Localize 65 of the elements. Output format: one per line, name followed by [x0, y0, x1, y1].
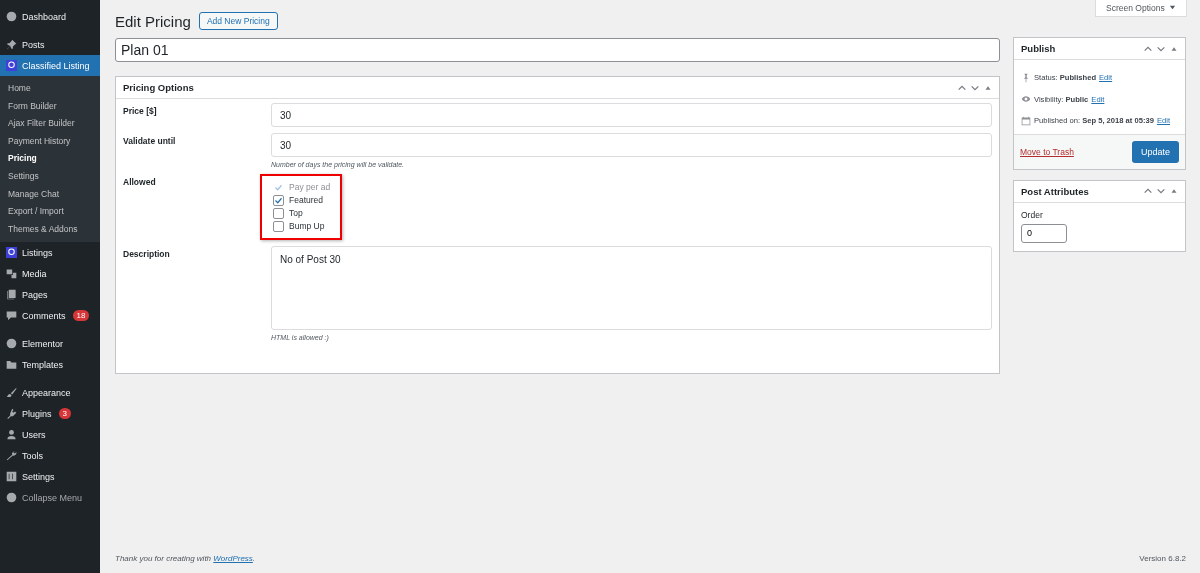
sidebar-menu-item[interactable]: Collapse Menu	[0, 487, 100, 509]
move-up-icon[interactable]	[1143, 186, 1153, 196]
order-input[interactable]: 0	[1021, 223, 1067, 243]
add-new-button[interactable]: Add New Pricing	[198, 12, 278, 30]
sidebar-menu-item[interactable]: Tools	[0, 445, 100, 467]
sidebar-menu-item[interactable]: Pages	[0, 284, 100, 306]
caret-icon	[1169, 4, 1176, 11]
field-label: Allowed	[123, 176, 157, 189]
submenu-item[interactable]: Pricing	[0, 150, 100, 168]
count-badge: 3	[58, 408, 71, 420]
user-icon	[6, 429, 17, 441]
submenu-item[interactable]: Themes & Addons	[0, 220, 100, 239]
sliders-icon	[6, 471, 17, 483]
footer-credit: Thank you for creating with WordPress.	[115, 553, 256, 563]
submenu-item[interactable]: Ajax Filter Builder	[0, 115, 100, 133]
sidebar-menu-item[interactable]: Settings	[0, 466, 100, 488]
sidebar-menu-item[interactable]: Elementor	[0, 333, 100, 355]
submenu-item[interactable]: Manage Chat	[0, 185, 100, 204]
wrench-icon	[6, 450, 17, 462]
brush-icon	[6, 387, 17, 399]
comment-icon	[6, 310, 17, 322]
sidebar-menu-item[interactable]: Appearance	[0, 382, 100, 404]
sidebar-menu-item[interactable]: Classified Listing	[0, 55, 100, 76]
title-input[interactable]: Plan 01	[115, 38, 1000, 62]
sidebar-menu-item[interactable]: Listings	[0, 242, 100, 264]
sidebar-menu-item[interactable]: Templates	[0, 354, 100, 376]
checkbox-option[interactable]: Featured	[273, 194, 331, 206]
count-badge: 18	[72, 310, 90, 322]
checkbox-option[interactable]: Top	[273, 207, 331, 219]
sidebar-menu-item[interactable]: Plugins 3	[0, 403, 100, 425]
move-to-trash-link[interactable]: Move to Trash	[1020, 146, 1074, 157]
screen-options-button[interactable]: Screen Options	[1095, 0, 1187, 17]
field-label: Validate until	[123, 135, 177, 148]
sidebar-menu-item[interactable]: Media	[0, 263, 100, 285]
update-button[interactable]: Update	[1131, 140, 1179, 163]
text-input[interactable]: 30	[271, 133, 992, 157]
sidebar-menu-item[interactable]: Users	[0, 424, 100, 446]
panel-title: Publish	[1021, 43, 1056, 54]
panel-title: Pricing Options	[123, 82, 194, 93]
version-text: Version 6.8.2	[1139, 553, 1186, 563]
page-title: Edit Pricing	[115, 12, 191, 30]
submenu-item[interactable]: Settings	[0, 167, 100, 186]
plug-icon	[6, 408, 17, 420]
checkbox-option[interactable]: Bump Up	[273, 220, 331, 232]
sidebar-menu-item[interactable]: Posts	[0, 34, 100, 55]
order-label: Order	[1021, 209, 1044, 220]
plugin-logo-icon	[6, 60, 17, 71]
field-label: Description	[123, 248, 171, 261]
sidebar-menu-item[interactable]: Dashboard	[0, 6, 100, 27]
pages-icon	[6, 289, 17, 301]
submenu-item[interactable]: Export / Import	[0, 203, 100, 221]
text-input[interactable]: 30	[271, 103, 992, 127]
field-label: Price [$]	[123, 105, 158, 118]
panel-title: Post Attributes	[1021, 185, 1089, 197]
sidebar-menu-item[interactable]: Comments 18	[0, 305, 100, 327]
description-textarea[interactable]: No of Post 30	[271, 246, 992, 330]
submenu-item[interactable]: Home	[0, 80, 100, 98]
submenu-item[interactable]: Form Builder	[0, 97, 100, 116]
media-icon	[6, 268, 17, 280]
submenu-item[interactable]: Payment History	[0, 132, 100, 151]
pin-icon	[6, 39, 17, 50]
folder-icon	[6, 359, 17, 371]
plugin-logo-icon	[6, 247, 17, 259]
move-down-icon[interactable]	[1156, 186, 1166, 196]
eye-icon	[1021, 94, 1031, 105]
